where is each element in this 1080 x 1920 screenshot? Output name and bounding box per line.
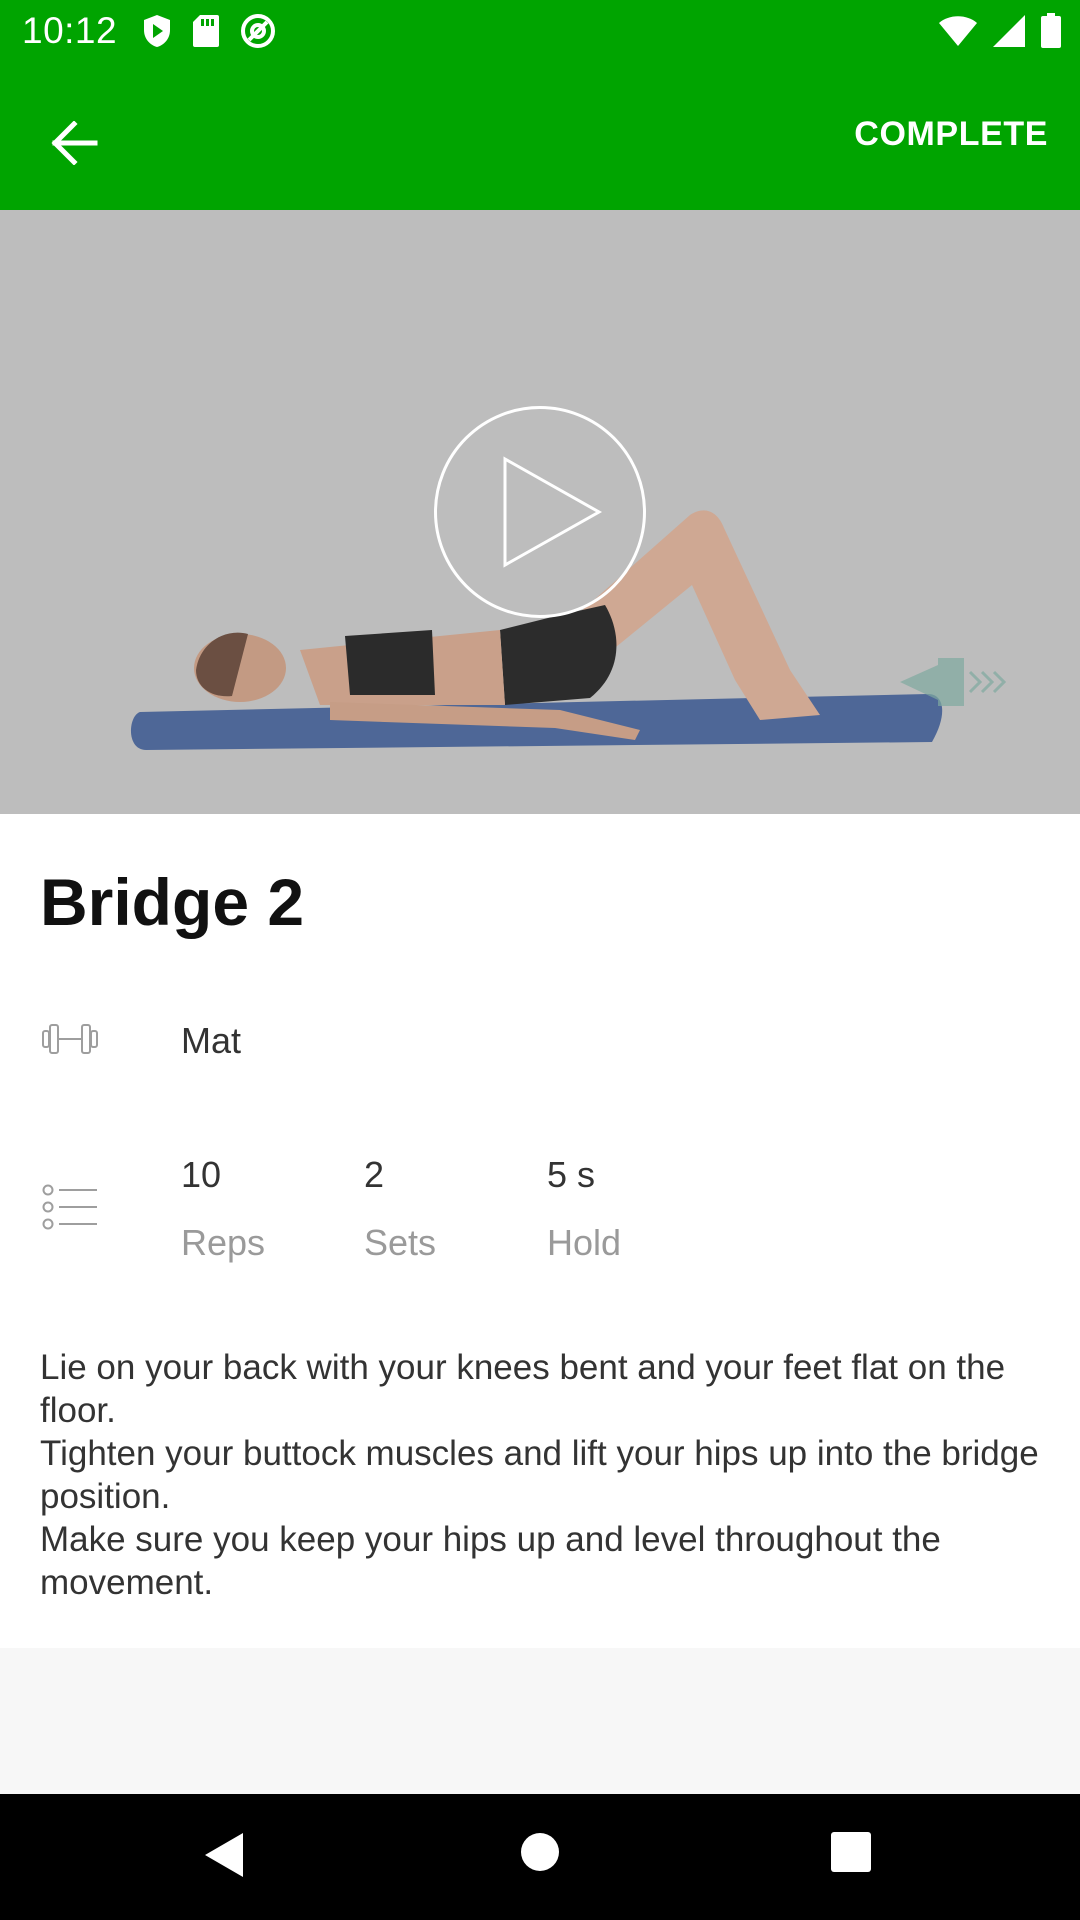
instruction-line: Tighten your buttock muscles and lift yo… xyxy=(40,1434,1039,1516)
stat-value: 2 xyxy=(364,1154,385,1195)
exercise-title: Bridge 2 xyxy=(40,865,305,939)
wifi-icon xyxy=(939,16,977,46)
at-sign-icon xyxy=(241,14,275,48)
play-button[interactable] xyxy=(434,406,646,618)
stat-hold: 5 s Hold xyxy=(547,1154,621,1264)
stat-sets: 2 Sets xyxy=(364,1154,436,1264)
system-nav-bar xyxy=(0,1794,1080,1920)
back-button[interactable] xyxy=(34,103,114,183)
exercise-details: Bridge 2 Mat 10 Reps 2 Sets 5 s Hold Lie… xyxy=(0,814,1080,1648)
signal-icon xyxy=(993,15,1025,47)
stat-value: 10 xyxy=(181,1154,222,1195)
instruction-line: Lie on your back with your knees bent an… xyxy=(40,1348,1006,1430)
stat-label: Sets xyxy=(364,1222,437,1263)
status-left-icons xyxy=(142,12,276,50)
complete-button[interactable]: COMPLETE xyxy=(854,115,1048,154)
stat-reps: 10 Reps xyxy=(181,1154,265,1264)
play-protect-icon xyxy=(144,15,170,47)
exercise-video[interactable] xyxy=(0,210,1080,814)
instruction-line: Make sure you keep your hips up and leve… xyxy=(40,1520,941,1602)
equipment-label: Mat xyxy=(181,1020,242,1061)
status-right-icons xyxy=(938,12,1062,50)
stat-label: Reps xyxy=(181,1222,266,1263)
back-triangle-icon[interactable] xyxy=(203,1831,245,1879)
exercise-instructions: Lie on your back with your knees bent an… xyxy=(40,1346,1040,1604)
dumbbell-icon xyxy=(42,1024,98,1054)
stat-label: Hold xyxy=(547,1222,622,1263)
arrow-left-icon xyxy=(51,121,98,165)
status-time: 10:12 xyxy=(22,10,118,51)
sd-card-icon xyxy=(193,15,219,47)
battery-icon xyxy=(1041,13,1061,48)
home-circle-icon[interactable] xyxy=(520,1832,560,1872)
stat-value: 5 s xyxy=(547,1154,596,1195)
recents-square-icon[interactable] xyxy=(831,1832,871,1872)
list-icon xyxy=(42,1184,97,1230)
play-icon xyxy=(503,456,603,568)
app-toolbar: COMPLETE xyxy=(0,63,1080,210)
status-bar: 10:12 xyxy=(0,0,1080,63)
